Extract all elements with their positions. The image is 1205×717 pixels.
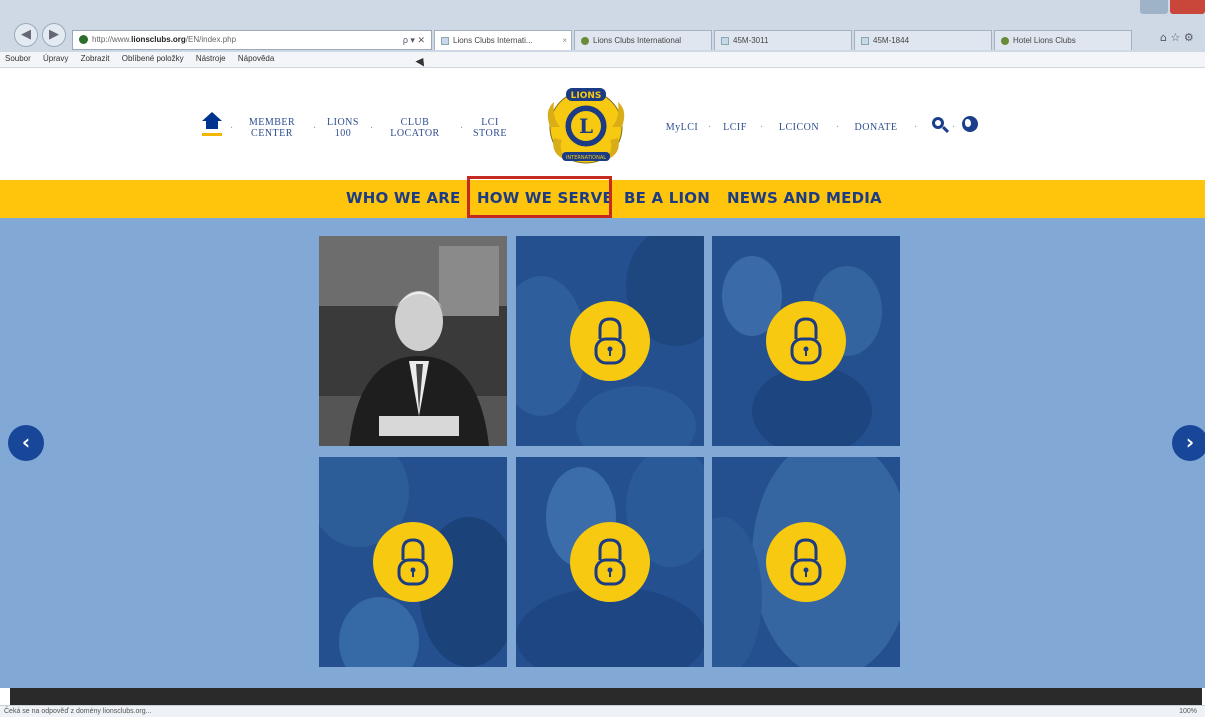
tab-close-icon[interactable]: × bbox=[562, 31, 567, 50]
padlock-icon bbox=[397, 538, 429, 586]
header-separator: · bbox=[760, 122, 764, 133]
header-separator: · bbox=[914, 122, 918, 133]
lock-badge bbox=[766, 301, 846, 381]
locked-tile[interactable] bbox=[516, 236, 704, 446]
address-prefix: http://www. bbox=[92, 35, 132, 44]
address-domain: lionsclubs.org bbox=[131, 35, 186, 44]
lock-badge bbox=[373, 522, 453, 602]
nav-be-a-lion[interactable]: BE A LION bbox=[624, 189, 710, 207]
padlock-icon bbox=[594, 538, 626, 586]
page-icon bbox=[441, 36, 449, 45]
locked-tile[interactable] bbox=[516, 457, 704, 667]
header-separator: · bbox=[952, 122, 956, 133]
back-icon[interactable]: ◀ bbox=[14, 23, 38, 47]
carousel-next-button[interactable]: › bbox=[1172, 425, 1205, 461]
donate-link[interactable]: DONATE bbox=[846, 122, 906, 134]
zoom-level[interactable]: 100% bbox=[1179, 706, 1197, 717]
close-window-button[interactable] bbox=[1170, 0, 1205, 14]
globe-icon bbox=[1001, 36, 1009, 45]
nav-who-we-are[interactable]: WHO WE ARE bbox=[346, 189, 461, 207]
tab-lions-clubs-active[interactable]: Lions Clubs Internati... × bbox=[434, 30, 572, 50]
header-separator: · bbox=[460, 123, 464, 134]
language-globe-icon[interactable] bbox=[962, 116, 978, 132]
lock-badge bbox=[570, 301, 650, 381]
founder-portrait-image bbox=[319, 236, 507, 446]
address-bar[interactable]: http://www.lionsclubs.org/EN/index.php ρ… bbox=[72, 30, 432, 50]
tab-lions-clubs-international[interactable]: Lions Clubs International bbox=[574, 30, 712, 50]
highlight-annotation-box bbox=[467, 176, 612, 218]
logo-text-bottom: INTERNATIONAL bbox=[566, 155, 606, 161]
lions-100-link[interactable]: LIONS 100 bbox=[322, 117, 364, 139]
padlock-icon bbox=[790, 538, 822, 586]
tab-label: Hotel Lions Clubs bbox=[1013, 36, 1076, 45]
tab-label: Lions Clubs International bbox=[593, 36, 682, 45]
founder-photo-tile[interactable] bbox=[319, 236, 507, 446]
home-icon[interactable] bbox=[202, 112, 222, 138]
browser-statusbar: Čeká se na odpověď z domény lionsclubs.o… bbox=[0, 705, 1205, 717]
browser-window: ◀ ▶ http://www.lionsclubs.org/EN/index.p… bbox=[0, 0, 1205, 717]
site-footer-bar bbox=[10, 688, 1202, 705]
address-path: /EN/index.php bbox=[185, 35, 237, 44]
address-controls[interactable]: ρ ▾ ✕ bbox=[403, 31, 425, 49]
lcif-link[interactable]: LCIF bbox=[718, 122, 752, 134]
status-text: Čeká se na odpověď z domény lionsclubs.o… bbox=[4, 708, 152, 715]
header-separator: · bbox=[313, 123, 317, 134]
lock-badge bbox=[570, 522, 650, 602]
padlock-icon bbox=[790, 317, 822, 365]
menu-nastroje[interactable]: Nástroje bbox=[191, 52, 231, 63]
member-center-link[interactable]: MEMBER CENTER bbox=[240, 117, 304, 139]
tab-label: 45M-3011 bbox=[733, 36, 769, 45]
tab-label: 45M-1844 bbox=[873, 36, 910, 45]
lions-logo[interactable]: L LIONS INTERNATIONAL bbox=[540, 80, 632, 174]
tab-45m-3011[interactable]: 45M-3011 bbox=[714, 30, 852, 50]
browser-menubar: Soubor Úpravy Zobrazit Oblíbené položky … bbox=[0, 52, 1205, 68]
doc-icon bbox=[721, 36, 729, 45]
locked-tile[interactable] bbox=[712, 457, 900, 667]
lock-badge bbox=[766, 522, 846, 602]
browser-titlebar: ◀ ▶ http://www.lionsclubs.org/EN/index.p… bbox=[0, 0, 1205, 52]
header-separator: · bbox=[708, 122, 712, 133]
club-locator-link[interactable]: CLUB LOCATOR bbox=[377, 117, 453, 139]
search-icon[interactable] bbox=[930, 115, 950, 135]
doc-icon bbox=[861, 36, 869, 45]
header-separator: · bbox=[230, 123, 234, 134]
lcicon-link[interactable]: LCICON bbox=[770, 122, 828, 134]
forward-icon[interactable]: ▶ bbox=[42, 23, 66, 47]
nav-news-and-media[interactable]: NEWS AND MEDIA bbox=[727, 189, 882, 207]
menu-oblibene[interactable]: Oblíbené položky bbox=[117, 52, 189, 63]
site-globe-icon bbox=[79, 35, 88, 45]
locked-tile[interactable] bbox=[712, 236, 900, 446]
logo-letter: L bbox=[579, 114, 593, 138]
mylci-link[interactable]: MyLCI bbox=[664, 122, 700, 134]
padlock-icon bbox=[594, 317, 626, 365]
menu-soubor[interactable]: Soubor bbox=[0, 52, 36, 63]
globe-icon bbox=[581, 36, 589, 45]
tab-45m-1844[interactable]: 45M-1844 bbox=[854, 30, 992, 50]
tab-hotel-lions-clubs[interactable]: Hotel Lions Clubs bbox=[994, 30, 1132, 50]
header-separator: · bbox=[370, 123, 374, 134]
browser-toolbar-icons[interactable]: ⌂ ☆ ⚙ bbox=[1160, 31, 1194, 44]
logo-text-top: LIONS bbox=[571, 91, 602, 101]
lci-store-link[interactable]: LCI STORE bbox=[470, 117, 510, 139]
header-separator: · bbox=[836, 122, 840, 133]
minimize-button[interactable] bbox=[1140, 0, 1168, 14]
tab-label: Lions Clubs Internati... bbox=[453, 36, 533, 45]
menu-upravy[interactable]: Úpravy bbox=[38, 52, 73, 63]
carousel-prev-button[interactable]: ‹ bbox=[8, 425, 44, 461]
menu-zobrazit[interactable]: Zobrazit bbox=[76, 52, 115, 63]
menu-napoveda[interactable]: Nápověda bbox=[233, 52, 279, 63]
locked-tile[interactable] bbox=[319, 457, 507, 667]
